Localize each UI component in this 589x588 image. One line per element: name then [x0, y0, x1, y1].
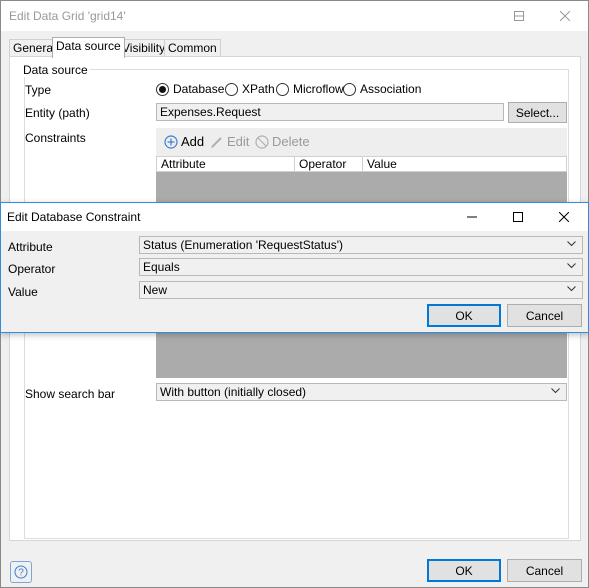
dialog-minimize-button[interactable]: [449, 203, 495, 231]
edit-label: Edit: [227, 134, 250, 149]
tab-visibility[interactable]: Visibility: [118, 39, 170, 57]
radio-association-label: Association: [360, 82, 422, 96]
dialog-titlebar: Edit Database Constraint: [1, 203, 588, 231]
type-label: Type: [25, 83, 52, 97]
dialog-cancel-button[interactable]: Cancel: [507, 304, 582, 327]
ok-button[interactable]: OK: [427, 559, 501, 582]
cancel-button[interactable]: Cancel: [507, 559, 582, 582]
window-titlebar: Edit Data Grid 'grid14': [1, 1, 588, 31]
add-icon: [164, 134, 178, 149]
radio-database-label: Database: [173, 82, 225, 96]
close-button[interactable]: [542, 1, 588, 31]
entity-label: Entity (path): [25, 106, 90, 120]
close-icon: [559, 212, 569, 222]
entity-path-field[interactable]: Expenses.Request: [156, 103, 504, 121]
edit-database-constraint-dialog: Edit Database Constraint Attribute Statu…: [0, 202, 589, 333]
constraints-toolbar: Add Edit Delete: [156, 128, 567, 156]
tab-data-source-label: Data source: [56, 39, 121, 53]
radio-icon: [276, 82, 289, 96]
column-header-attribute[interactable]: Attribute: [157, 157, 295, 172]
column-header-operator[interactable]: Operator: [295, 157, 363, 172]
maximize-icon: [513, 212, 523, 222]
tab-visibility-label: Visibility: [122, 41, 166, 55]
svg-text:?: ?: [18, 568, 24, 579]
chevron-down-icon: [551, 388, 560, 394]
dialog-operator-select[interactable]: Equals: [139, 258, 583, 276]
search-bar-select[interactable]: With button (initially closed): [156, 383, 567, 401]
constraints-label: Constraints: [25, 131, 86, 145]
radio-microflow[interactable]: Microflow: [276, 82, 344, 96]
maximize-button[interactable]: [496, 1, 542, 31]
window-title: Edit Data Grid 'grid14': [9, 9, 126, 23]
radio-association[interactable]: Association: [343, 82, 421, 96]
search-bar-value: With button (initially closed): [160, 385, 307, 399]
chevron-down-icon: [567, 286, 576, 292]
dialog-title: Edit Database Constraint: [7, 210, 141, 224]
delete-icon: [255, 134, 269, 149]
delete-label: Delete: [272, 134, 310, 149]
dialog-operator-value: Equals: [143, 260, 180, 274]
dialog-close-button[interactable]: [541, 203, 587, 231]
radio-icon: [156, 82, 169, 96]
help-button[interactable]: ?: [10, 561, 32, 583]
delete-button[interactable]: Delete: [255, 134, 310, 149]
tab-common-label: Common: [168, 41, 217, 55]
dialog-maximize-button[interactable]: [495, 203, 541, 231]
add-button[interactable]: Add: [164, 134, 204, 149]
radio-database[interactable]: Database: [156, 82, 224, 96]
help-icon: ?: [14, 565, 28, 579]
radio-xpath-label: XPath: [242, 82, 275, 96]
search-bar-label: Show search bar: [25, 387, 116, 401]
dialog-value-select[interactable]: New: [139, 281, 583, 299]
close-icon: [560, 11, 570, 21]
radio-icon: [343, 82, 356, 96]
radio-xpath[interactable]: XPath: [225, 82, 275, 96]
radio-icon: [225, 82, 238, 96]
group-label: Data source: [21, 63, 90, 77]
dialog-attribute-value: Status (Enumeration 'RequestStatus'): [143, 238, 344, 252]
dialog-value-label: Value: [8, 285, 38, 299]
tab-common[interactable]: Common: [164, 39, 221, 57]
dialog-attribute-select[interactable]: Status (Enumeration 'RequestStatus'): [139, 236, 583, 254]
column-header-value[interactable]: Value: [363, 157, 566, 172]
tab-general-label: General: [13, 41, 56, 55]
edit-button[interactable]: Edit: [210, 134, 249, 149]
pencil-icon: [211, 136, 222, 148]
maximize-icon: [514, 11, 524, 21]
tab-data-source[interactable]: Data source: [52, 37, 125, 58]
dialog-operator-label: Operator: [8, 262, 56, 276]
radio-microflow-label: Microflow: [293, 82, 344, 96]
chevron-down-icon: [567, 263, 576, 269]
select-button[interactable]: Select...: [508, 102, 567, 123]
dialog-ok-button[interactable]: OK: [427, 304, 501, 327]
constraints-grid-header: Attribute Operator Value: [156, 156, 567, 172]
minimize-icon: [467, 216, 477, 218]
add-label: Add: [181, 134, 205, 149]
chevron-down-icon: [567, 241, 576, 247]
dialog-value-value: New: [143, 283, 168, 297]
dialog-attribute-label: Attribute: [8, 240, 53, 254]
